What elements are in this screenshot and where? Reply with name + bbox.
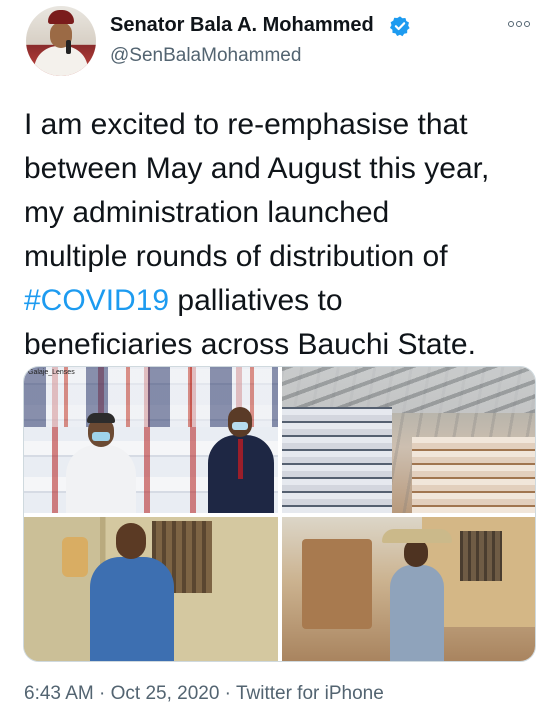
author-name[interactable]: Senator Bala A. Mohammed	[110, 14, 374, 37]
tweet-text-fragment: palliatives to	[169, 284, 343, 317]
tweet-text-line: between May and August this year,	[24, 152, 490, 185]
photo-press-conference[interactable]: Galaje_Lenses	[24, 367, 278, 513]
media-grid: Galaje_Lenses	[23, 366, 536, 662]
separator: ·	[219, 683, 236, 704]
tweet-source[interactable]: Twitter for iPhone	[236, 683, 384, 704]
photo-beneficiary-2[interactable]	[282, 517, 535, 661]
author-handle[interactable]: @SenBalaMohammed	[110, 45, 301, 67]
photo-watermark: Galaje_Lenses	[28, 369, 75, 376]
tweet: Senator Bala A. Mohammed @SenBalaMohamme…	[0, 0, 559, 720]
tweet-text: I am excited to re-emphasise that betwee…	[24, 103, 544, 367]
tweet-timestamp[interactable]: 6:43 AM	[24, 683, 94, 704]
photo-beneficiary-1[interactable]	[24, 517, 278, 661]
tweet-text-line: multiple rounds of distribution of	[24, 240, 448, 273]
hashtag-link[interactable]: #COVID19	[24, 284, 169, 317]
avatar[interactable]	[26, 6, 96, 76]
more-options-icon[interactable]	[508, 16, 536, 32]
tweet-text-line: I am excited to re-emphasise that	[24, 108, 468, 141]
tweet-text-line: beneficiaries across Bauchi State.	[24, 328, 476, 361]
photo-warehouse[interactable]	[282, 367, 535, 513]
tweet-text-line: #COVID19 palliatives to	[24, 279, 544, 323]
tweet-text-line: my administration launched	[24, 196, 390, 229]
tweet-date[interactable]: Oct 25, 2020	[111, 683, 220, 704]
verified-badge-icon	[390, 16, 410, 37]
separator: ·	[93, 683, 111, 704]
tweet-footer: 6:43 AM · Oct 25, 2020 · Twitter for iPh…	[24, 683, 384, 705]
